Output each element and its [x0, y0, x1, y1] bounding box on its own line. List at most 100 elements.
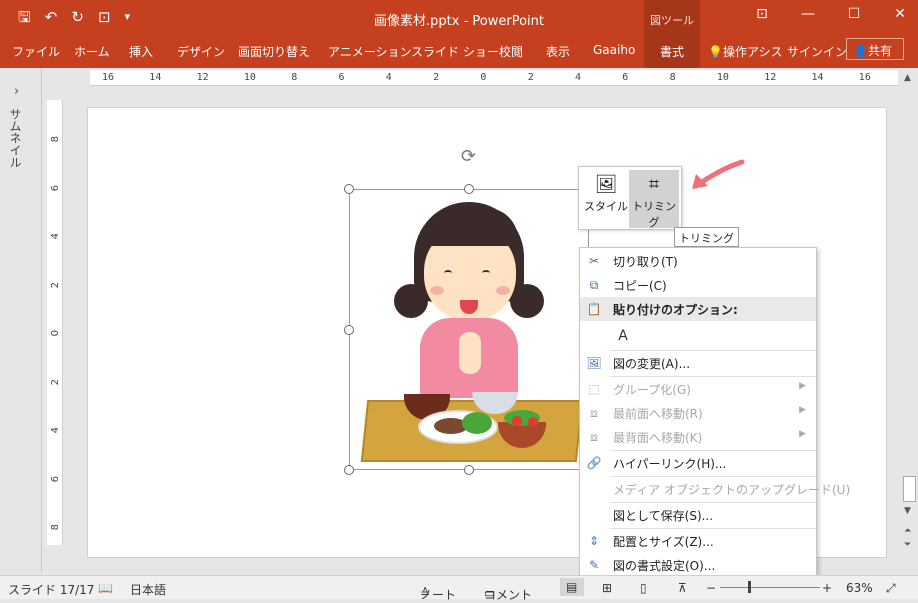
mini-toolbar: 🖼 スタイル ⌗ トリミング	[578, 166, 682, 230]
resize-handle[interactable]	[344, 465, 354, 475]
menu-item-cut[interactable]: ✂ 切り取り(T)	[580, 249, 816, 273]
menu-header-paste-options: 📋 貼り付けのオプション:	[580, 297, 816, 321]
change-picture-icon: 🖼	[586, 356, 602, 370]
pointing-arrow-icon	[692, 159, 745, 189]
slideshow-view-icon[interactable]: ⊼	[678, 581, 687, 595]
ruler-tick-label: 8	[291, 72, 298, 83]
tab-format[interactable]: 書式	[644, 36, 700, 68]
resize-handle[interactable]	[464, 184, 474, 194]
ruler-tick-label: 6	[338, 72, 345, 83]
tab-transitions[interactable]: 画面切り替え	[238, 41, 310, 62]
picture-tools-label: 図ツール	[650, 14, 694, 27]
minimize-icon[interactable]: —	[798, 6, 818, 22]
menu-item-send-back: ⧈ 最背面へ移動(K) ▶	[580, 425, 816, 449]
menu-item-change-picture[interactable]: 🖼 図の変更(A)...	[580, 351, 816, 375]
expand-thumbnails-icon[interactable]: ›	[14, 84, 19, 99]
thumbnail-pane: › サムネイル	[0, 68, 42, 573]
ruler-tick-label: 2	[50, 378, 61, 385]
fit-to-window-icon[interactable]: ⤢	[886, 581, 896, 596]
submenu-arrow-icon: ▶	[799, 429, 806, 439]
menu-item-label: 貼り付けのオプション:	[613, 303, 738, 317]
ruler-tick-label: 8	[50, 136, 61, 143]
previous-slide-icon[interactable]: ⏶	[904, 526, 911, 536]
tab-review[interactable]: 校閲	[499, 41, 523, 62]
scroll-up-icon[interactable]: ▲	[904, 73, 911, 83]
format-picture-icon: ✎	[588, 558, 600, 572]
tab-design[interactable]: デザイン	[177, 41, 225, 62]
menu-item-label: メディア オブジェクトのアップグレード(U)	[613, 483, 851, 497]
spellcheck-icon[interactable]: 📖	[98, 581, 113, 595]
hyperlink-icon: 🔗	[586, 456, 602, 470]
ruler-tick-label: 6	[622, 72, 629, 83]
tab-file[interactable]: ファイル	[12, 41, 60, 62]
menu-item-format-picture[interactable]: ✎ 図の書式設定(O)...	[580, 553, 816, 577]
tell-me-search[interactable]: 💡操作アシス	[708, 41, 782, 62]
tab-slideshow[interactable]: スライド ショー	[411, 41, 499, 62]
next-slide-icon[interactable]: ⏷	[904, 540, 911, 550]
share-button[interactable]: 👤共有	[846, 38, 904, 60]
resize-handle[interactable]	[344, 325, 354, 335]
normal-view-icon[interactable]: ▤	[560, 578, 584, 596]
menu-item-bring-front: ⧈ 最前面へ移動(R) ▶	[580, 401, 816, 425]
vertical-ruler: 8 6 4 2 0 2 4 6 8	[47, 100, 63, 545]
send-back-icon: ⧈	[590, 430, 598, 444]
share-label: 共有	[867, 44, 892, 58]
zoom-slider-knob[interactable]	[748, 581, 751, 593]
submenu-arrow-icon: ▶	[799, 405, 806, 415]
language-indicator[interactable]: 日本語	[130, 581, 166, 598]
slide-sorter-icon[interactable]: ⊞	[602, 581, 612, 595]
sign-in-link[interactable]: サインイン	[787, 41, 847, 62]
ruler-tick-label: 10	[716, 72, 729, 83]
maximize-icon[interactable]: ☐	[844, 6, 864, 22]
reading-view-icon[interactable]: ▯	[640, 581, 647, 595]
crop-tooltip: トリミング	[674, 227, 739, 247]
menu-item-save-as-picture[interactable]: 図として保存(S)...	[580, 503, 816, 527]
zoom-out-button[interactable]: −	[706, 581, 716, 595]
menu-item-hyperlink[interactable]: 🔗 ハイパーリンク(H)...	[580, 451, 816, 475]
ruler-tick-label: 12	[196, 72, 209, 83]
window-controls: ⊡ — ☐ ✕	[752, 6, 910, 22]
ribbon-display-icon[interactable]: ⊡	[752, 6, 772, 22]
ruler-tick-label: 14	[149, 72, 162, 83]
group-icon: ⬚	[588, 382, 600, 396]
lightbulb-icon: 💡	[708, 45, 723, 59]
tab-animations[interactable]: アニメーション	[328, 41, 412, 62]
resize-handle[interactable]	[464, 465, 474, 475]
person-icon: 👤	[853, 44, 868, 58]
ruler-tick-label: 16	[858, 72, 871, 83]
menu-item-upgrade-media: メディア オブジェクトのアップグレード(U)	[580, 477, 850, 501]
menu-item-copy[interactable]: ⧉ コピー(C)	[580, 273, 816, 297]
tab-view[interactable]: 表示	[546, 41, 570, 62]
ruler-tick-label: 16	[102, 72, 115, 83]
resize-handle[interactable]	[344, 184, 354, 194]
scrollbar-thumb[interactable]	[903, 476, 916, 502]
rotate-handle-icon[interactable]: ⟳	[461, 146, 476, 167]
zoom-level[interactable]: 63%	[846, 581, 873, 595]
bring-front-icon: ⧈	[590, 406, 598, 420]
ruler-tick-label: 0	[480, 72, 487, 83]
zoom-in-button[interactable]: +	[822, 581, 832, 595]
menu-item-size-position[interactable]: ⇕ 配置とサイズ(Z)...	[580, 529, 816, 553]
style-button[interactable]: 🖼 スタイル	[583, 170, 629, 228]
paste-as-text-option[interactable]: A	[611, 323, 635, 347]
ruler-tick-label: 2	[527, 72, 534, 83]
tab-insert[interactable]: 挿入	[129, 41, 153, 62]
size-position-icon: ⇕	[588, 534, 600, 548]
menu-item-label: 最背面へ移動(K)	[613, 431, 703, 445]
picture-style-icon: 🖼	[594, 174, 618, 195]
menu-item-label: コピー(C)	[613, 279, 667, 293]
vertical-scrollbar[interactable]: ▲ ▼ ⏶ ⏷	[901, 70, 918, 575]
ruler-tick-label: 10	[243, 72, 256, 83]
zoom-slider[interactable]	[720, 587, 820, 588]
menu-item-group: ⬚ グループ化(G) ▶	[580, 377, 816, 401]
crop-icon: ⌗	[648, 174, 660, 195]
ruler-tick-label: 8	[669, 72, 676, 83]
menu-item-label: 最前面へ移動(R)	[613, 407, 703, 421]
tab-home[interactable]: ホーム	[74, 41, 110, 62]
ruler-tick-label: 0	[50, 330, 61, 337]
scroll-down-icon[interactable]: ▼	[904, 506, 911, 516]
crop-button[interactable]: ⌗ トリミング	[629, 170, 679, 229]
thumbnails-label[interactable]: サムネイル	[7, 108, 24, 168]
tab-gaaiho[interactable]: Gaaiho	[593, 41, 635, 59]
close-icon[interactable]: ✕	[890, 6, 910, 22]
